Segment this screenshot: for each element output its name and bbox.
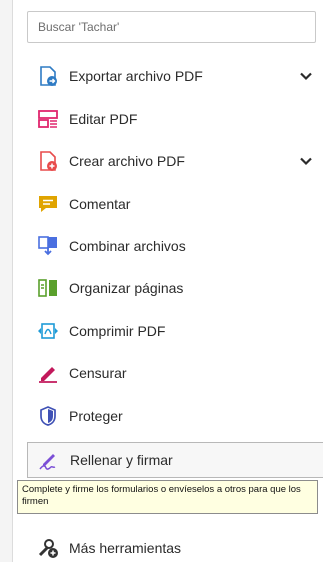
chevron-down-icon[interactable] <box>299 69 313 83</box>
tool-combine-files[interactable]: Combinar archivos <box>27 228 317 264</box>
fill-sign-icon <box>38 449 60 471</box>
tool-protect[interactable]: Proteger <box>27 398 317 434</box>
tool-comment[interactable]: Comentar <box>27 186 317 222</box>
compress-pdf-icon <box>37 320 59 342</box>
redact-icon <box>37 362 59 384</box>
tool-more-tools[interactable]: Más herramientas <box>27 530 317 566</box>
tooltip: Complete y firme los formularios o envíe… <box>17 480 318 514</box>
tool-fill-sign[interactable]: Rellenar y firmar <box>27 442 323 478</box>
tool-redact[interactable]: Censurar <box>27 355 317 391</box>
search-input[interactable]: Buscar 'Tachar' <box>27 11 316 43</box>
more-tools-icon <box>37 537 59 559</box>
tool-label: Comentar <box>69 196 131 212</box>
tool-label: Editar PDF <box>69 111 138 127</box>
tool-label: Rellenar y firmar <box>70 452 173 468</box>
tool-export-pdf[interactable]: Exportar archivo PDF <box>27 58 317 94</box>
edit-pdf-icon <box>37 108 59 130</box>
tool-label: Organizar páginas <box>69 280 184 296</box>
tool-create-pdf[interactable]: Crear archivo PDF <box>27 143 317 179</box>
tool-organize-pages[interactable]: Organizar páginas <box>27 270 317 306</box>
combine-files-icon <box>37 235 59 257</box>
tool-label: Censurar <box>69 365 127 381</box>
chevron-down-icon[interactable] <box>299 154 313 168</box>
tool-compress-pdf[interactable]: Comprimir PDF <box>27 313 317 349</box>
create-pdf-icon <box>37 150 59 172</box>
tool-label: Exportar archivo PDF <box>69 68 203 84</box>
tool-label: Proteger <box>69 408 123 424</box>
organize-pages-icon <box>37 277 59 299</box>
protect-icon <box>37 405 59 427</box>
tool-label: Combinar archivos <box>69 238 186 254</box>
tooltip-text: Complete y firme los formularios o envíe… <box>22 484 301 507</box>
tools-panel: Buscar 'Tachar' Exportar archivo PDF Edi… <box>12 0 323 562</box>
comment-icon <box>37 193 59 215</box>
tool-edit-pdf[interactable]: Editar PDF <box>27 101 317 137</box>
tool-label: Comprimir PDF <box>69 323 166 339</box>
tool-label: Más herramientas <box>69 540 182 556</box>
search-placeholder: Buscar 'Tachar' <box>38 20 120 34</box>
tool-label: Crear archivo PDF <box>69 153 185 169</box>
export-pdf-icon <box>37 65 59 87</box>
